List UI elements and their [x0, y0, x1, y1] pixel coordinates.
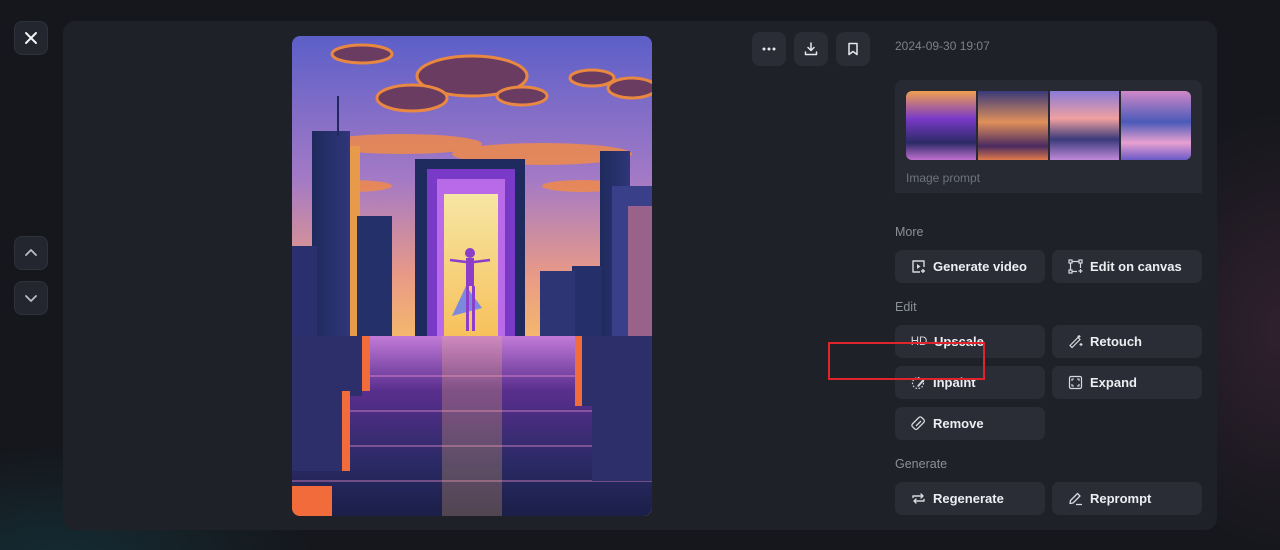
retouch-label: Retouch — [1090, 334, 1142, 349]
download-icon — [804, 42, 818, 56]
edit-on-canvas-button[interactable]: Edit on canvas — [1052, 250, 1202, 283]
inpaint-brush-icon — [910, 375, 926, 391]
close-button[interactable] — [14, 21, 48, 55]
canvas-edit-icon — [1067, 259, 1083, 275]
bookmark-icon — [848, 42, 858, 56]
prompt-thumbnail[interactable] — [977, 91, 1048, 160]
upscale-button[interactable]: HD Upscale — [895, 325, 1045, 358]
prompt-thumbnail[interactable] — [906, 91, 976, 160]
prompt-thumbnail[interactable] — [1049, 91, 1120, 160]
timestamp: 2024-09-30 19:07 — [895, 39, 990, 53]
download-button[interactable] — [794, 32, 828, 66]
video-icon — [910, 259, 926, 275]
upscale-label: Upscale — [934, 334, 984, 349]
reprompt-button[interactable]: Reprompt — [1052, 482, 1202, 515]
more-options-button[interactable] — [752, 32, 786, 66]
remove-label: Remove — [933, 416, 984, 431]
generated-image-artwork — [292, 36, 652, 516]
reprompt-label: Reprompt — [1090, 491, 1152, 506]
previous-button[interactable] — [14, 236, 48, 270]
generate-video-label: Generate video — [933, 259, 1027, 274]
hd-icon: HD — [910, 335, 928, 348]
inpaint-label: Inpaint — [933, 375, 976, 390]
regenerate-button[interactable]: Regenerate — [895, 482, 1045, 515]
chevron-down-icon — [25, 295, 37, 302]
image-prompt-label: Image prompt — [906, 171, 981, 185]
close-icon — [25, 32, 37, 44]
regenerate-icon — [910, 491, 926, 507]
magic-wand-icon — [1067, 334, 1083, 350]
pencil-icon — [1067, 491, 1083, 507]
image-actions-toolbar — [752, 32, 870, 66]
section-label-more: More — [895, 225, 924, 239]
section-label-generate: Generate — [895, 457, 948, 471]
generate-video-button[interactable]: Generate video — [895, 250, 1045, 283]
next-button[interactable] — [14, 281, 48, 315]
generated-image[interactable] — [292, 36, 652, 516]
expand-button[interactable]: Expand — [1052, 366, 1202, 399]
retouch-button[interactable]: Retouch — [1052, 325, 1202, 358]
image-prompt-card: Image prompt — [895, 80, 1202, 193]
eraser-icon — [910, 416, 926, 432]
expand-icon — [1067, 375, 1083, 391]
inpaint-button[interactable]: Inpaint — [895, 366, 1045, 399]
section-label-edit: Edit — [895, 300, 917, 314]
side-panel: 2024-09-30 19:07 Image prompt More Gener… — [895, 21, 1202, 530]
more-horizontal-icon — [762, 47, 776, 51]
prompt-thumbnail[interactable] — [1121, 91, 1191, 160]
prompt-thumbnails — [906, 91, 1191, 160]
expand-label: Expand — [1090, 375, 1137, 390]
remove-button[interactable]: Remove — [895, 407, 1045, 440]
chevron-up-icon — [25, 249, 37, 256]
regenerate-label: Regenerate — [933, 491, 1004, 506]
edit-on-canvas-label: Edit on canvas — [1090, 259, 1182, 274]
image-detail-panel: 2024-09-30 19:07 Image prompt More Gener… — [63, 21, 1217, 530]
bookmark-button[interactable] — [836, 32, 870, 66]
